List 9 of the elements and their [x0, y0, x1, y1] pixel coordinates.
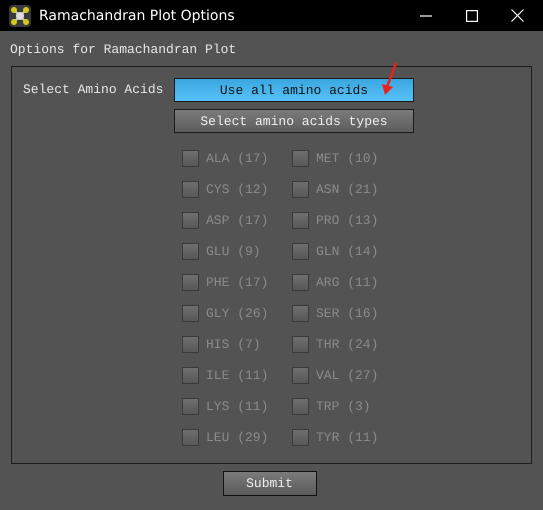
maximize-icon[interactable]: [466, 10, 478, 22]
section-title: Options for Ramachandran Plot: [10, 41, 238, 58]
mode-button[interactable]: Use all amino acids: [174, 78, 414, 102]
app-icon: [9, 4, 31, 26]
mode-button[interactable]: Select amino acids types: [174, 109, 414, 133]
submit-button[interactable]: Submit: [222, 471, 316, 496]
close-icon[interactable]: [511, 9, 524, 22]
window-title: Ramachandran Plot Options: [39, 8, 235, 24]
field-label: Select Amino Acids: [23, 81, 164, 99]
